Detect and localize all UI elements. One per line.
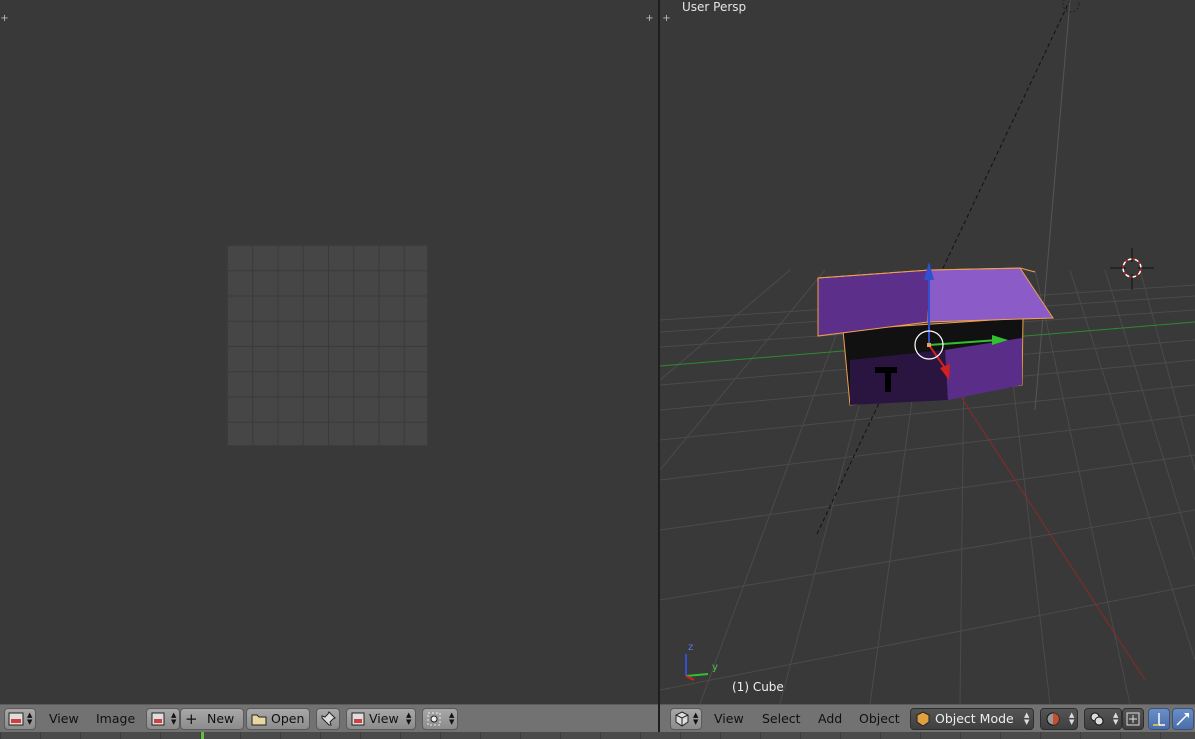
3d-view-cube-icon bbox=[675, 711, 689, 727]
translate-axes-icon bbox=[1153, 713, 1165, 726]
viewport-label: User Persp bbox=[682, 0, 747, 14]
cube-mesh[interactable] bbox=[817, 267, 1054, 406]
pivot-select[interactable]: ▲ ▼ bbox=[422, 708, 458, 730]
pivot-point-select[interactable]: ▲ ▼ bbox=[1084, 708, 1122, 730]
object-mode-icon bbox=[916, 711, 930, 727]
folder-icon bbox=[251, 714, 267, 726]
plus-icon: + bbox=[185, 710, 198, 728]
3d-viewport-area[interactable]: + User Persp z y (1) Cube bbox=[660, 0, 1195, 704]
current-frame-marker[interactable] bbox=[201, 732, 204, 739]
updown-arrows-icon: ▲ ▼ bbox=[27, 711, 33, 726]
3d-scene[interactable] bbox=[660, 0, 1195, 704]
axis-orientation-icon bbox=[685, 654, 709, 681]
editor-type-select[interactable]: ▲ ▼ bbox=[670, 708, 702, 730]
3d-cursor[interactable] bbox=[1110, 248, 1154, 290]
updown-arrows-icon: ▲ ▼ bbox=[1069, 711, 1075, 726]
image-view-icon bbox=[351, 712, 365, 726]
updown-arrows-icon: ▲ ▼ bbox=[1113, 711, 1119, 726]
updown-arrows-icon: ▲ ▼ bbox=[406, 711, 412, 726]
active-object-label: (1) Cube bbox=[732, 680, 784, 694]
timeline-strip[interactable] bbox=[0, 732, 1195, 739]
image-editor-area[interactable]: + + bbox=[0, 0, 658, 704]
updown-arrows-icon: ▲ ▼ bbox=[449, 711, 455, 726]
area-split-corner-icon[interactable]: + bbox=[645, 14, 654, 24]
image-browse-select[interactable]: ▲ ▼ bbox=[146, 708, 180, 730]
updown-arrows-icon: ▲ ▼ bbox=[693, 711, 699, 726]
menu-image[interactable]: Image bbox=[96, 711, 135, 726]
axis-y-label: y bbox=[712, 662, 718, 673]
lamp-direction-line bbox=[816, 0, 1071, 535]
menu-view[interactable]: View bbox=[714, 711, 744, 726]
rotate-manipulator-toggle[interactable] bbox=[1172, 708, 1194, 730]
pin-button[interactable] bbox=[316, 708, 340, 730]
updown-arrows-icon: ▲ ▼ bbox=[1024, 711, 1030, 726]
image-editor-icon bbox=[8, 712, 24, 726]
updown-arrows-icon: ▲ ▼ bbox=[171, 711, 177, 726]
manipulator-widget-toggle[interactable] bbox=[1122, 708, 1144, 730]
mode-select-label: Object Mode bbox=[935, 711, 1014, 726]
menu-view[interactable]: View bbox=[49, 711, 79, 726]
widget-arrows-icon bbox=[1126, 712, 1140, 726]
3d-view-header: ▲ ▼ View Select Add Object Object Mode ▲ ▼… bbox=[660, 704, 1195, 732]
axis-z-label: z bbox=[688, 642, 694, 653]
new-button-label: New bbox=[207, 711, 235, 726]
blender-window: + + + User Persp z y (1) Cube ▲ ▼ View I… bbox=[0, 0, 1195, 739]
open-button-label: Open bbox=[271, 711, 305, 726]
mode-select[interactable]: Object Mode ▲ ▼ bbox=[910, 708, 1034, 730]
image-browse-icon bbox=[151, 712, 165, 726]
viewport-shading-select[interactable]: ▲ ▼ bbox=[1040, 708, 1078, 730]
area-split-corner-icon[interactable]: + bbox=[0, 14, 9, 24]
translate-manipulator-toggle[interactable] bbox=[1148, 708, 1170, 730]
pivot-icon bbox=[427, 712, 441, 726]
arrow-diagonal-icon bbox=[1176, 713, 1189, 726]
pin-icon bbox=[321, 711, 336, 726]
image-editor-header: ▲ ▼ View Image ▲ ▼ + New Open View ▲ ▼ ▲… bbox=[0, 704, 658, 732]
menu-select[interactable]: Select bbox=[762, 711, 801, 726]
shading-sphere-icon bbox=[1046, 712, 1060, 726]
menu-add[interactable]: Add bbox=[818, 711, 842, 726]
open-image-button[interactable]: Open bbox=[246, 708, 310, 730]
uv-grid-canvas[interactable] bbox=[226, 244, 428, 446]
editor-type-select[interactable]: ▲ ▼ bbox=[4, 708, 36, 730]
area-split-corner-icon[interactable]: + bbox=[662, 14, 671, 24]
menu-object[interactable]: Object bbox=[859, 711, 900, 726]
lamp-object[interactable] bbox=[1062, 0, 1080, 13]
pivot-circles-icon bbox=[1090, 712, 1104, 726]
new-image-button[interactable]: + New bbox=[180, 708, 244, 730]
view-mode-select[interactable]: View ▲ ▼ bbox=[346, 708, 416, 730]
view-select-label: View bbox=[369, 711, 399, 726]
